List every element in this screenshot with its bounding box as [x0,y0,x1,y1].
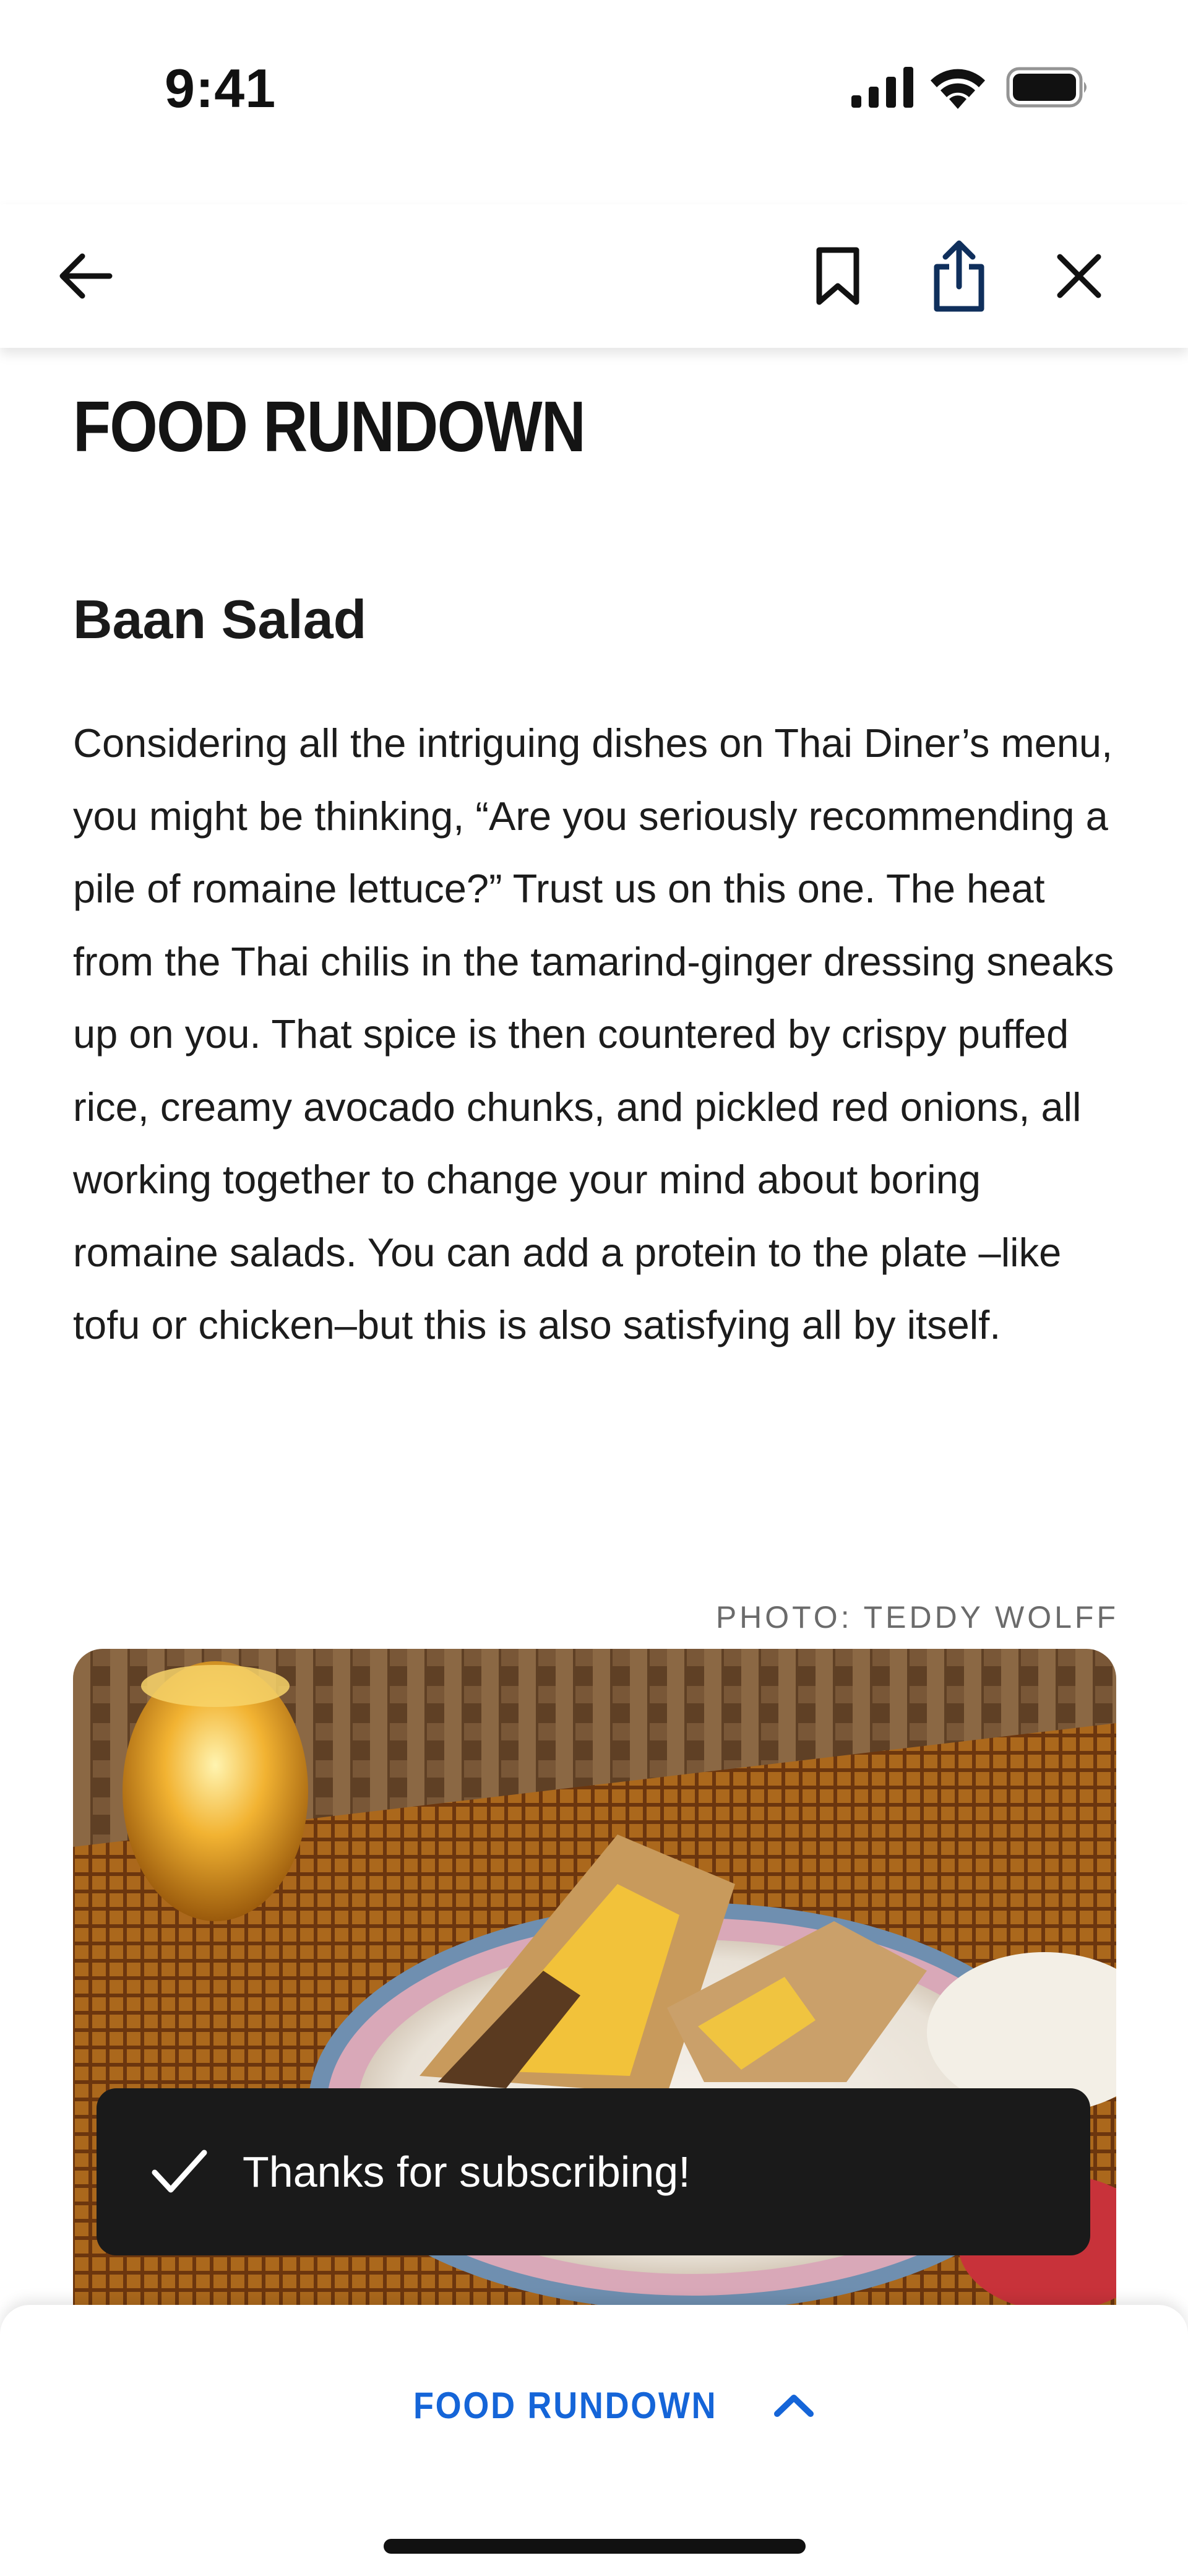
battery-icon [1006,67,1087,108]
share-button[interactable] [922,239,996,313]
section-title: FOOD RUNDOWN [73,386,586,467]
checkmark-icon [152,2150,207,2193]
bookmark-icon [816,247,859,305]
dish-title: Baan Salad [73,589,367,650]
share-icon [934,240,984,312]
toast-notification: Thanks for subscribing! [97,2088,1090,2255]
chevron-up-icon [773,2395,814,2417]
back-button[interactable] [48,239,123,313]
bottom-sheet: FOOD RUNDOWN [0,2305,1188,2576]
cellular-signal-icon [851,67,913,108]
status-bar: 9:41 [0,0,1188,173]
close-button[interactable] [1042,239,1116,313]
top-nav-bar [0,204,1188,348]
photo-credit: PHOTO: TEDDY WOLFF [715,1600,1119,1635]
section-nav-label: FOOD RUNDOWN [413,2384,718,2426]
home-indicator[interactable] [384,2539,806,2554]
wifi-icon [931,69,985,109]
bookmark-button[interactable] [801,239,875,313]
back-arrow-icon [59,253,113,299]
toast-message: Thanks for subscribing! [243,2148,691,2196]
article-body: Considering all the intriguing dishes on… [73,720,1114,1347]
close-icon [1057,254,1101,298]
status-time: 9:41 [165,58,277,119]
section-nav-toggle[interactable]: FOOD RUNDOWN [413,2368,814,2442]
